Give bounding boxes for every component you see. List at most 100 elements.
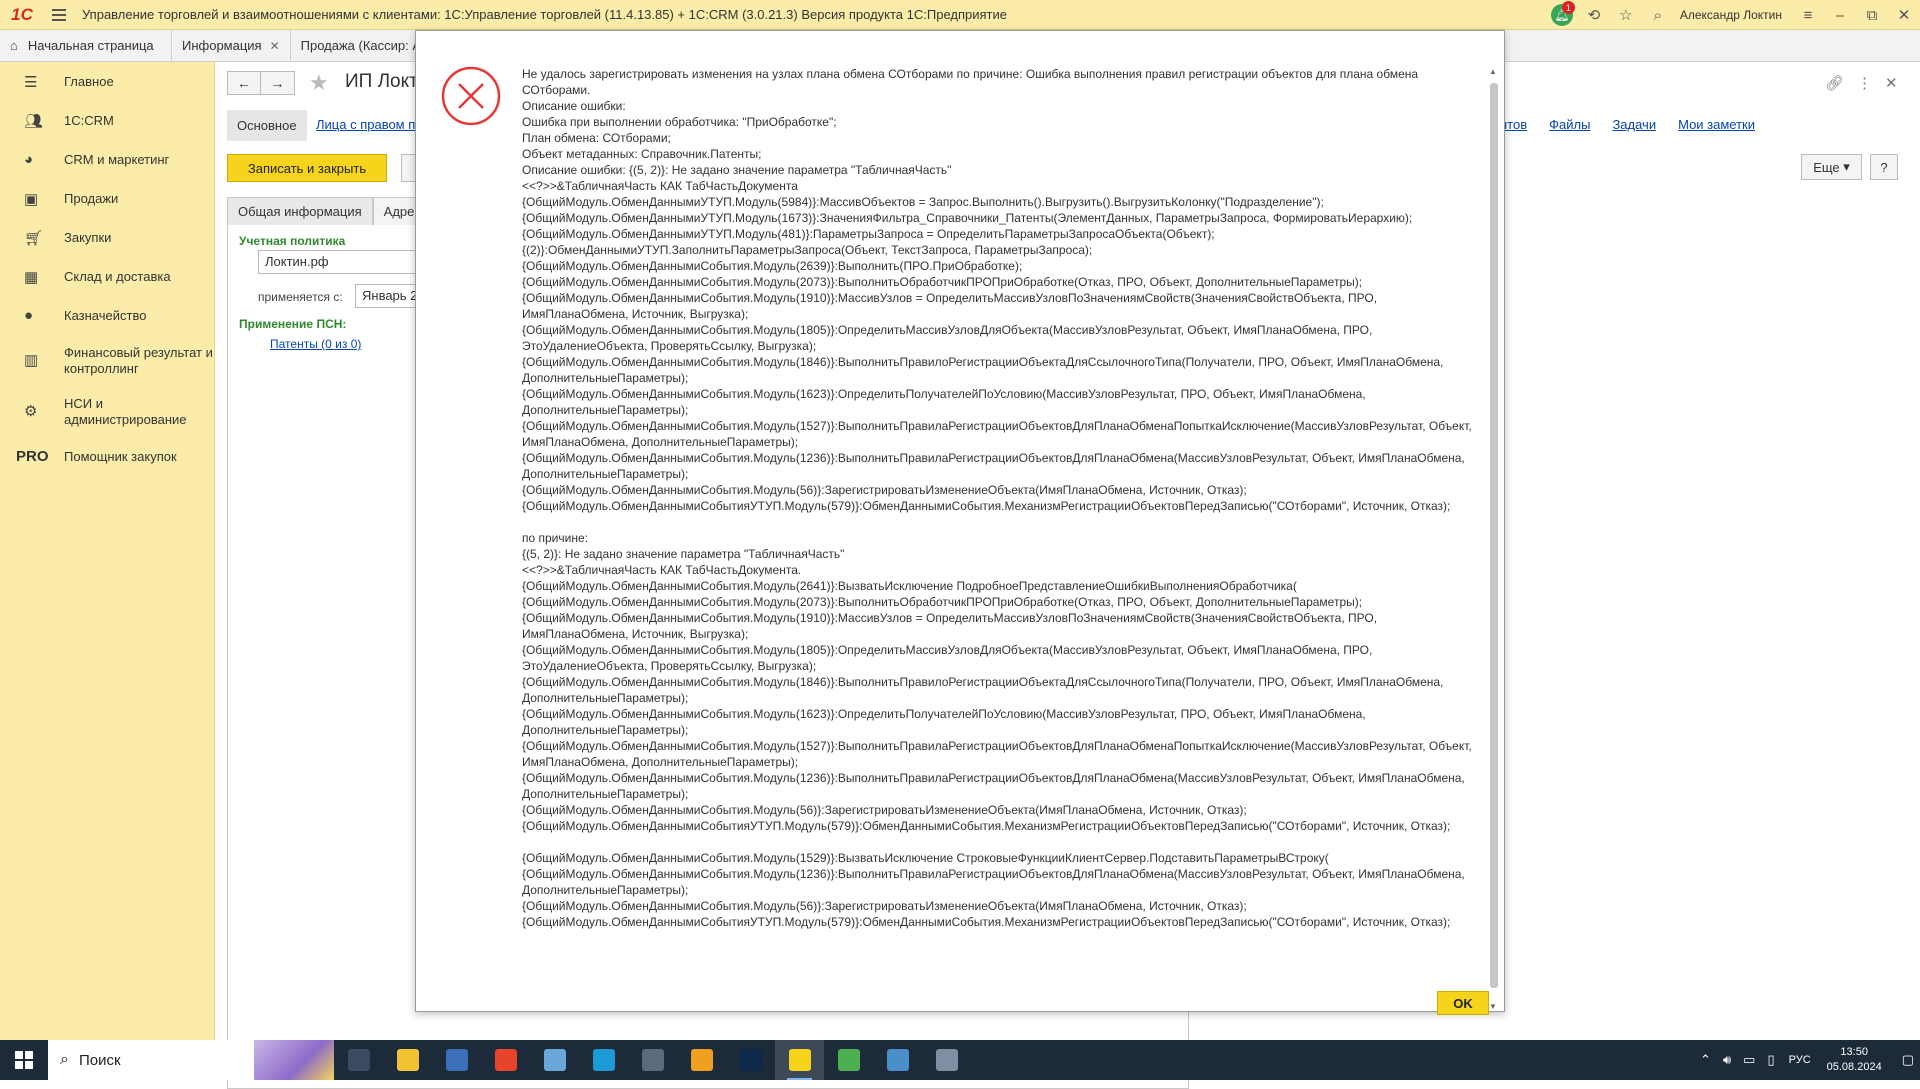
files-link[interactable]: Файлы xyxy=(1549,117,1590,132)
help-button[interactable]: ? xyxy=(1870,154,1898,180)
sidebar-item-warehouse[interactable]: ▦ Склад и доставка xyxy=(0,257,214,296)
back-arrow-icon[interactable]: ← xyxy=(227,71,261,95)
more-button[interactable]: Еще ▾ xyxy=(1801,154,1862,180)
sidebar-item-finance[interactable]: ▥ Финансовый результат и контроллинг xyxy=(0,335,214,386)
coin-icon: ● xyxy=(24,307,34,324)
chevron-up-icon[interactable]: ⌃ xyxy=(1700,1052,1711,1068)
ok-button[interactable]: OK xyxy=(1437,991,1489,1015)
taskbar-app-task-view[interactable] xyxy=(334,1040,383,1080)
sidebar-item-crm[interactable]: 👥︎ 1С:CRM xyxy=(0,101,214,140)
taskbar-app-chrome[interactable] xyxy=(824,1040,873,1080)
chrome-icon xyxy=(837,1049,860,1071)
edge-icon xyxy=(592,1049,615,1071)
patents-link[interactable]: Патенты (0 из 0) xyxy=(270,337,361,351)
restore-icon[interactable]: ⧉ xyxy=(1856,0,1888,30)
taskbar-app-remote-desktop[interactable] xyxy=(922,1040,971,1080)
taskbar-app-photoshop[interactable] xyxy=(726,1040,775,1080)
language-indicator[interactable]: РУС xyxy=(1789,1054,1811,1066)
sections-panel: ☰ Главное 👥︎ 1С:CRM ◕ CRM и маркетинг ▣ Прод… xyxy=(0,62,215,1040)
save-and-close-button[interactable]: Записать и закрыть xyxy=(227,154,387,182)
user-name[interactable]: Александр Локтин xyxy=(1680,8,1782,22)
sidebar-item-purchases[interactable]: 🛒︎ Закупки xyxy=(0,218,214,257)
taskbar-app-calculator[interactable] xyxy=(628,1040,677,1080)
sidebar-item-main[interactable]: ☰ Главное xyxy=(0,62,214,101)
notifications-button[interactable]: 🔔︎ 1 xyxy=(1546,0,1578,30)
psn-label: Применение ПСН: xyxy=(239,317,347,331)
tab-information[interactable]: Информация ✕ xyxy=(172,30,291,61)
battery-icon[interactable]: ▯ xyxy=(1767,1052,1774,1068)
taskbar-app-edge[interactable] xyxy=(579,1040,628,1080)
taskbar-app-save-app[interactable] xyxy=(432,1040,481,1080)
section-authorized-persons-link[interactable]: Лица с правом п xyxy=(316,117,415,132)
taskbar-app-yandex[interactable] xyxy=(481,1040,530,1080)
taskbar-search[interactable]: ⌕ Поиск xyxy=(48,1040,334,1080)
minimize-icon[interactable]: – xyxy=(1824,0,1856,30)
link-icon[interactable]: 🔗︎ xyxy=(1825,74,1844,92)
clock-date: 05.08.2024 xyxy=(1826,1061,1882,1073)
sidebar-item-label: НСИ и администрирование xyxy=(64,395,187,427)
onec-logo[interactable]: 1С xyxy=(0,0,44,30)
sidebar-item-label: Продажи xyxy=(64,191,119,206)
sidebar-item-label: CRM и маркетинг xyxy=(64,152,170,167)
calculator-icon xyxy=(641,1049,664,1071)
sidebar-item-crm-marketing[interactable]: ◕ CRM и маркетинг xyxy=(0,140,214,179)
error-dialog: Не удалось зарегистрировать изменения на… xyxy=(415,30,1505,1015)
sidebar-item-label: Казначейство xyxy=(64,308,147,323)
start-button[interactable] xyxy=(0,1040,48,1080)
forward-arrow-icon[interactable]: → xyxy=(261,71,295,95)
search-placeholder: Поиск xyxy=(78,1051,121,1069)
more-label: Еще xyxy=(1813,159,1840,175)
main-menu-icon[interactable] xyxy=(44,8,74,21)
scroll-thumb[interactable] xyxy=(1490,83,1498,988)
close-icon[interactable]: ✕ xyxy=(1888,0,1920,30)
sidebar-item-purchase-assistant[interactable]: PRO Помощник закупок xyxy=(0,437,214,476)
scroll-up-icon[interactable]: ▲ xyxy=(1489,67,1497,76)
history-icon[interactable]: ⟲ xyxy=(1578,0,1610,30)
volume-icon[interactable]: 🔊︎ xyxy=(1723,1052,1731,1068)
remote-desktop-icon xyxy=(935,1049,958,1071)
tab-label: Информация xyxy=(182,38,262,53)
tab-sale[interactable]: Продажа (Кассир: А xyxy=(290,30,416,61)
onec-icon xyxy=(788,1049,811,1071)
tasks-link[interactable]: Задачи xyxy=(1612,117,1656,132)
grid-icon: ▦ xyxy=(24,268,39,286)
settings-menu-icon[interactable]: ≡ xyxy=(1792,0,1824,30)
search-icon[interactable]: ⌕ xyxy=(1642,0,1674,30)
chrome-canary-icon xyxy=(690,1049,713,1071)
favorite-star-icon[interactable]: ★ xyxy=(309,70,329,96)
bag-icon: ▣ xyxy=(24,190,39,208)
form-title: ИП Локт xyxy=(345,71,418,92)
tab-home[interactable]: ⌂ Начальная страница xyxy=(0,30,172,61)
network-icon[interactable]: ▭ xyxy=(1743,1052,1755,1068)
taskbar-app-notes-app[interactable] xyxy=(530,1040,579,1080)
taskbar-app-chrome-canary[interactable] xyxy=(677,1040,726,1080)
taskbar-app-monitor-app[interactable] xyxy=(873,1040,922,1080)
sidebar-item-label: 1С:CRM xyxy=(64,113,114,128)
cart-icon: 🛒︎ xyxy=(24,229,44,247)
taskbar-app-onec[interactable] xyxy=(775,1040,824,1080)
clock[interactable]: 13:50 05.08.2024 xyxy=(1827,1045,1882,1075)
sidebar-item-admin[interactable]: ⚙ НСИ и администрирование xyxy=(0,386,214,437)
favorites-star-icon[interactable]: ☆ xyxy=(1610,0,1642,30)
sidebar-item-label: Финансовый результат и контроллинг xyxy=(64,344,213,376)
section-basic[interactable]: Основное xyxy=(227,110,307,141)
chart-icon: ▥ xyxy=(24,351,39,369)
scroll-down-icon[interactable]: ▼ xyxy=(1489,1002,1497,1011)
error-message-text: Не удалось зарегистрировать изменения на… xyxy=(522,67,1472,929)
yandex-icon xyxy=(494,1049,517,1071)
more-vertical-icon[interactable]: ⋮ xyxy=(1857,74,1872,92)
tab-general-info[interactable]: Общая информация xyxy=(227,197,373,225)
system-tray: ⌃ 🔊︎ ▭ ▯ РУС 13:50 05.08.2024 ▢ xyxy=(1694,1040,1920,1080)
save-app-icon xyxy=(445,1049,468,1071)
accounting-policy-field[interactable]: Локтин.рф xyxy=(258,250,428,274)
notification-center-icon[interactable]: ▢ xyxy=(1902,1052,1914,1068)
my-notes-link[interactable]: Мои заметки xyxy=(1678,117,1755,132)
taskbar-app-explorer[interactable] xyxy=(383,1040,432,1080)
close-tab-icon[interactable]: ✕ xyxy=(270,39,280,53)
dialog-scrollbar[interactable]: ▲ ▼ xyxy=(1488,67,1500,1011)
pro-icon: PRO xyxy=(16,448,49,465)
windows-taskbar: ⌕ Поиск ⌃ 🔊︎ ▭ ▯ РУС 13:50 05.08.2024 ▢ xyxy=(0,1040,1920,1080)
sidebar-item-treasury[interactable]: ● Казначейство xyxy=(0,296,214,335)
sidebar-item-sales[interactable]: ▣ Продажи xyxy=(0,179,214,218)
close-form-icon[interactable]: ✕ xyxy=(1885,74,1898,92)
